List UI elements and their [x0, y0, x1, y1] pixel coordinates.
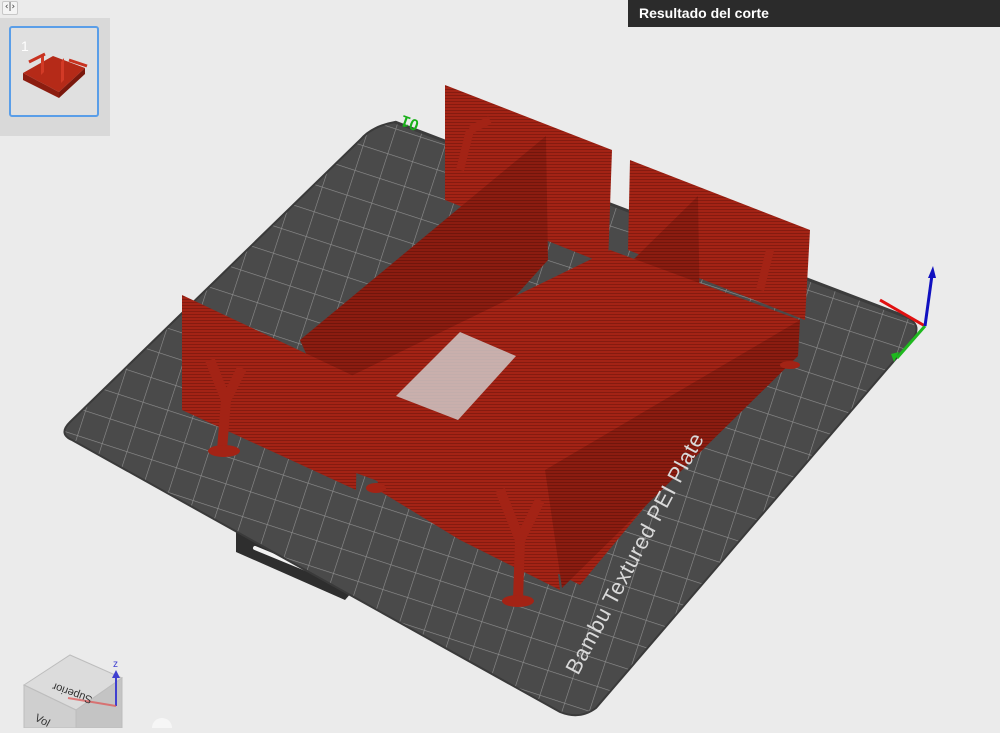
plate-thumbnail[interactable]: 1 [9, 26, 99, 117]
scene-canvas[interactable]: 01 Bambu Textured PEI Plate Superior Vol… [0, 0, 1000, 733]
plate-thumbnail-model-icon [23, 52, 88, 98]
3d-viewport[interactable]: 01 Bambu Textured PEI Plate Superior Vol… [0, 0, 1000, 733]
view-cube-handle[interactable] [152, 718, 172, 733]
view-cube-z-axis-label: z [113, 659, 118, 670]
collapse-sidebar-button[interactable]: ‹|› [2, 1, 18, 15]
slice-result-header[interactable]: Resultado del corte [628, 0, 1000, 27]
view-cube[interactable]: Superior Vol z [22, 654, 172, 733]
